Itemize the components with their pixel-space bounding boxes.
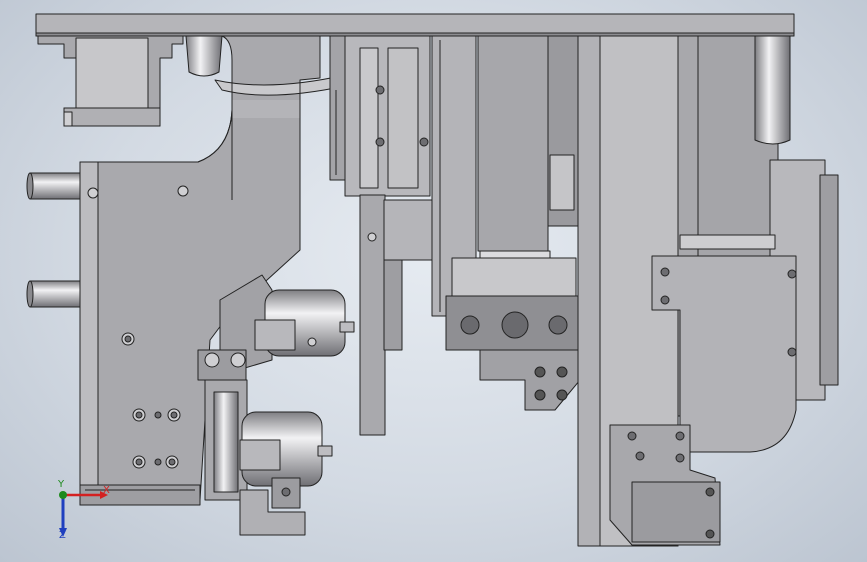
lower-motor <box>204 379 333 536</box>
z-axis-label: Z <box>59 530 66 541</box>
column-center <box>477 35 579 252</box>
top-plate <box>35 13 795 37</box>
center-rail <box>329 35 477 436</box>
cad-viewport[interactable]: X Y Z <box>0 0 867 562</box>
gripper-block <box>445 250 583 411</box>
x-axis-label: X <box>103 485 110 496</box>
y-axis-label: Y <box>58 479 65 490</box>
left-top-bracket <box>37 35 184 127</box>
left-pins <box>26 172 81 308</box>
assembly-drawing <box>26 13 839 547</box>
